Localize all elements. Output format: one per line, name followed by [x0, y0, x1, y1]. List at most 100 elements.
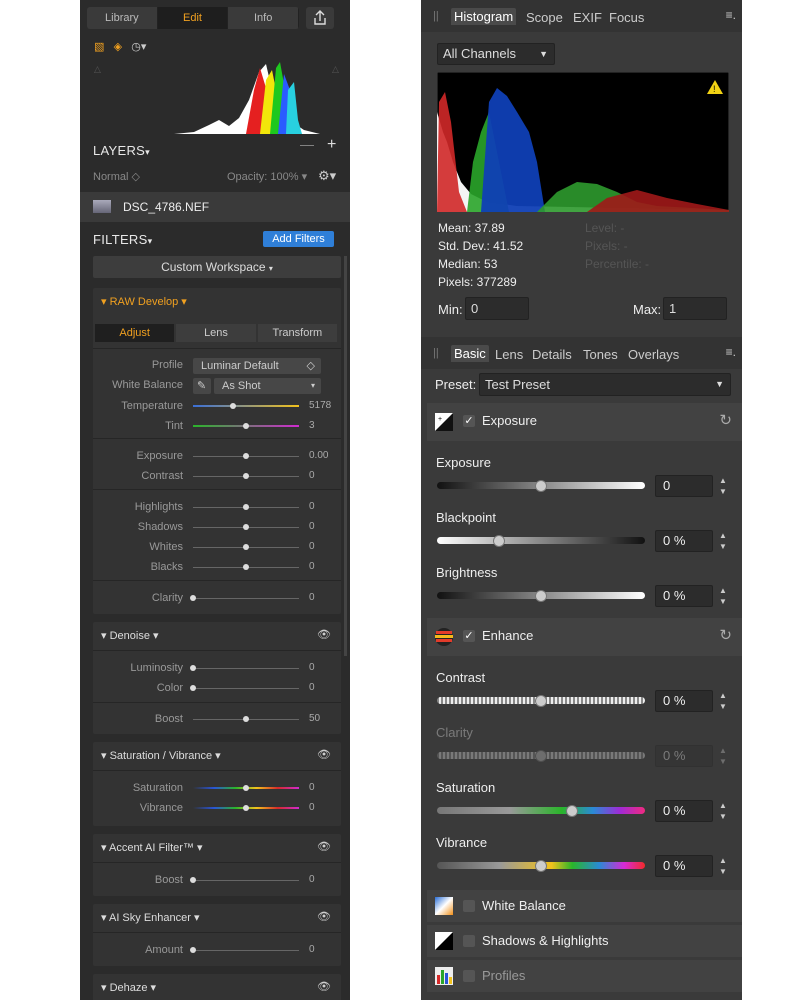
luminosity-slider-track[interactable] [193, 668, 299, 669]
clarity-slider-handle[interactable] [535, 750, 547, 762]
clarity-value-input[interactable]: 0 % [655, 745, 713, 767]
highlight-clip-icon[interactable]: △ [332, 64, 339, 75]
share-button[interactable] [306, 7, 334, 29]
history-icon[interactable]: ◷▾ [131, 41, 146, 53]
blacks-slider-handle[interactable] [243, 564, 249, 570]
tab-library[interactable]: Library [87, 7, 158, 29]
exposure-checkbox[interactable]: ✓ [463, 415, 475, 427]
exposure-slider-handle[interactable] [243, 453, 249, 459]
vibrance-value-input[interactable]: 0 % [655, 855, 713, 877]
white-balance-section-header[interactable]: White Balance [427, 890, 742, 922]
amount-slider-track[interactable] [193, 950, 299, 951]
tint-slider-handle[interactable] [243, 423, 249, 429]
boost-slider-handle[interactable] [190, 877, 196, 883]
tab-info[interactable]: Info [228, 7, 299, 29]
panel-menu-icon[interactable]: ≡. [726, 345, 736, 359]
enhance-reset-icon[interactable]: ↻ [719, 626, 732, 644]
boost-slider-handle[interactable] [243, 716, 249, 722]
workspace-select[interactable]: Custom Workspace ▾ [93, 256, 341, 278]
raw-develop-title[interactable]: ▾ RAW Develop ▾ [101, 295, 187, 308]
profiles-section-header[interactable]: Profiles [427, 960, 742, 992]
blend-mode-select[interactable]: Normal ◇ [93, 170, 140, 183]
exposure-slider-handle[interactable] [535, 480, 547, 492]
ai-sky-title[interactable]: ▾ AI Sky Enhancer ▾ [101, 911, 200, 924]
tab-scope[interactable]: Scope [526, 10, 563, 25]
exposure-value-input[interactable]: 0 [655, 475, 713, 497]
channels-select[interactable]: All Channels ▼ [437, 43, 555, 65]
vibrance-slider-handle[interactable] [535, 860, 547, 872]
tab-adjust[interactable]: Adjust [95, 324, 175, 342]
saturation-visibility-eye-icon[interactable]: 👁 [317, 748, 331, 761]
contrast-slider-handle[interactable] [535, 695, 547, 707]
saturation-slider-handle[interactable] [566, 805, 579, 817]
add-layer-button[interactable]: + [327, 136, 336, 154]
enhance-checkbox[interactable]: ✓ [463, 630, 475, 642]
tab-histogram[interactable]: Histogram [451, 8, 517, 25]
vibrance-stepper-icon[interactable]: ▲ ▼ [717, 855, 729, 877]
tab-basic[interactable]: Basic [451, 345, 489, 362]
eyedropper-icon[interactable]: ✎ [193, 378, 211, 394]
blackpoint-slider-track[interactable] [437, 537, 645, 544]
denoise-title[interactable]: ▾ Denoise ▾ [101, 629, 159, 642]
clarity-slider-track[interactable] [193, 598, 299, 599]
layer-row[interactable]: DSC_4786.NEF [80, 192, 350, 222]
highlights-slider-handle[interactable] [243, 504, 249, 510]
blackpoint-slider-handle[interactable] [493, 535, 506, 547]
accent-visibility-eye-icon[interactable]: 👁 [317, 840, 331, 853]
temperature-slider-track[interactable] [193, 405, 299, 407]
sky-visibility-eye-icon[interactable]: 👁 [317, 910, 331, 923]
color-slider-track[interactable] [193, 688, 299, 689]
brightness-slider-handle[interactable] [535, 590, 547, 602]
tab-exif[interactable]: EXIF [573, 10, 602, 25]
saturation-vibrance-title[interactable]: ▾ Saturation / Vibrance ▾ [101, 749, 221, 762]
tab-transform[interactable]: Transform [257, 324, 337, 342]
contrast-stepper-icon[interactable]: ▲ ▼ [717, 690, 729, 712]
panel-menu-icon[interactable]: ≡. [726, 8, 736, 22]
layers-icon[interactable]: ◈ [114, 41, 122, 53]
temperature-slider-handle[interactable] [230, 403, 237, 409]
add-filters-button[interactable]: Add Filters [263, 231, 334, 247]
histogram-icon[interactable]: ▧ [94, 41, 104, 53]
blackpoint-stepper-icon[interactable]: ▲ ▼ [717, 530, 729, 552]
brightness-value-input[interactable]: 0 % [655, 585, 713, 607]
layers-title[interactable]: LAYERS▾ [93, 143, 150, 158]
tab-details[interactable]: Details [532, 347, 572, 362]
exposure-stepper-icon[interactable]: ▲ ▼ [717, 475, 729, 497]
layer-settings-gear-icon[interactable]: ⚙▾ [318, 168, 336, 184]
boost-slider-track[interactable] [193, 880, 299, 881]
whites-slider-handle[interactable] [243, 544, 249, 550]
white-balance-select[interactable]: As Shot ▾ [214, 378, 321, 394]
saturation-stepper-icon[interactable]: ▲ ▼ [717, 800, 729, 822]
saturation-slider-track[interactable] [437, 807, 645, 814]
remove-layer-button[interactable]: — [300, 136, 314, 152]
profile-select[interactable]: Luminar Default ◇ [193, 358, 321, 374]
contrast-value-input[interactable]: 0 % [655, 690, 713, 712]
white-balance-checkbox[interactable] [463, 900, 475, 912]
exposure-reset-icon[interactable]: ↻ [719, 411, 732, 429]
tab-lens[interactable]: Lens [495, 347, 523, 362]
clarity-slider-handle[interactable] [190, 595, 196, 601]
saturation-value-input[interactable]: 0 % [655, 800, 713, 822]
tab-tones[interactable]: Tones [583, 347, 618, 362]
luminosity-slider-handle[interactable] [190, 665, 196, 671]
denoise-visibility-eye-icon[interactable]: 👁 [317, 628, 331, 641]
enhance-section-header[interactable]: ✓ Enhance ↻ [427, 618, 742, 656]
profiles-checkbox[interactable] [463, 970, 475, 982]
tab-overlays[interactable]: Overlays [628, 347, 679, 362]
dehaze-visibility-eye-icon[interactable]: 👁 [317, 980, 331, 993]
filters-title[interactable]: FILTERS▾ [93, 232, 152, 247]
shadow-clip-icon[interactable]: △ [94, 64, 101, 75]
min-input[interactable]: 0 [465, 297, 529, 320]
accent-ai-title[interactable]: ▾ Accent AI Filter™ ▾ [101, 841, 203, 854]
shadows-slider-handle[interactable] [243, 524, 249, 530]
preset-select[interactable]: Test Preset ▼ [479, 373, 731, 396]
scrollbar[interactable] [344, 256, 347, 656]
brightness-stepper-icon[interactable]: ▲ ▼ [717, 585, 729, 607]
amount-slider-handle[interactable] [190, 947, 196, 953]
panel-grip-icon[interactable]: || [433, 10, 439, 22]
shadows-highlights-checkbox[interactable] [463, 935, 475, 947]
exposure-section-header[interactable]: + ✓ Exposure ↻ [427, 403, 742, 441]
tab-edit[interactable]: Edit [157, 7, 229, 29]
max-input[interactable]: 1 [663, 297, 727, 320]
tab-focus[interactable]: Focus [609, 10, 644, 25]
